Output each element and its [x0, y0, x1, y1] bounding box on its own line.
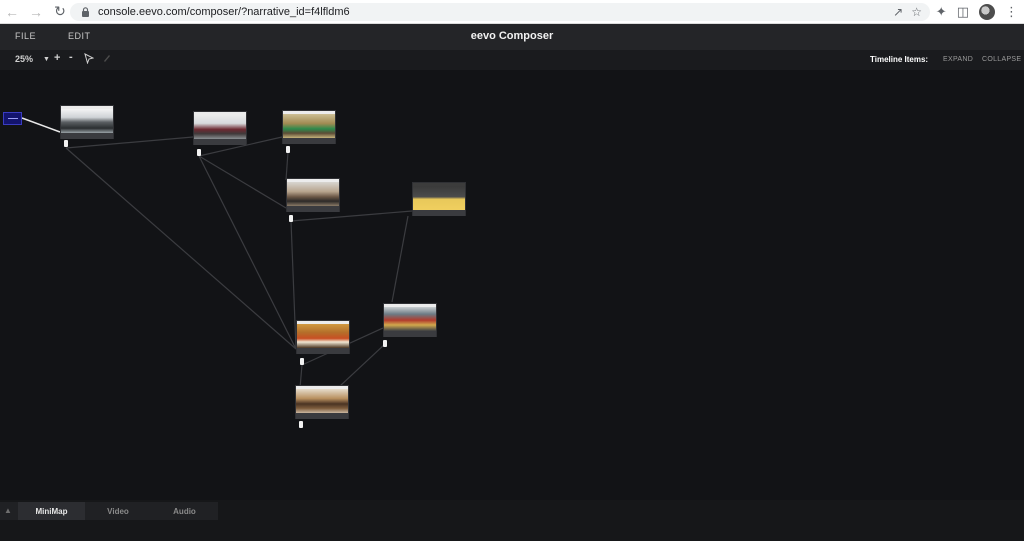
zoom-dropdown-icon[interactable]: ▼: [43, 56, 50, 63]
panel-toggle-icon[interactable]: ▲: [4, 506, 12, 515]
connection-line: [290, 210, 413, 222]
scene-thumbnail: [287, 182, 339, 206]
connection-line: [21, 117, 61, 133]
expand-button[interactable]: EXPAND: [943, 56, 973, 63]
select-tool-icon[interactable]: [84, 53, 95, 66]
node-footer: [384, 331, 436, 337]
bottom-panel: ▲ MiniMap Video Audio: [0, 500, 1024, 541]
output-port[interactable]: [300, 358, 304, 365]
zoom-out-button[interactable]: -: [69, 51, 73, 63]
scene-node[interactable]: [286, 178, 340, 212]
app-header: FILE EDIT eevo Composer: [0, 24, 1024, 50]
browser-toolbar: ← → ↻ console.eevo.com/composer/?narrati…: [0, 0, 1024, 24]
scene-thumbnail: [194, 115, 246, 139]
connection-line: [391, 215, 409, 303]
connection-line: [285, 151, 289, 181]
forward-icon[interactable]: →: [24, 0, 48, 24]
node-footer: [61, 133, 113, 139]
url-text: console.eevo.com/composer/?narrative_id=…: [98, 6, 350, 18]
composer-toolbar: 25% ▼ + - Timeline Items: EXPAND COLLAPS…: [0, 50, 1024, 70]
side-panel-icon[interactable]: ◫: [957, 4, 969, 20]
scene-thumbnail: [297, 324, 349, 348]
output-port[interactable]: [286, 146, 290, 153]
app-title: eevo Composer: [470, 30, 554, 42]
extensions-icon[interactable]: ✦: [936, 4, 947, 20]
bookmark-star-icon[interactable]: ☆: [911, 5, 922, 19]
profile-avatar[interactable]: [979, 4, 995, 20]
scene-thumbnail: [61, 109, 113, 133]
reload-icon[interactable]: ↻: [48, 0, 72, 24]
node-connections: [21, 117, 413, 389]
scene-node[interactable]: [193, 111, 247, 145]
output-port[interactable]: [64, 140, 68, 147]
scene-node[interactable]: [60, 105, 114, 139]
tab-video[interactable]: Video: [85, 502, 151, 520]
node-footer: [287, 206, 339, 212]
address-bar[interactable]: console.eevo.com/composer/?narrative_id=…: [70, 3, 930, 21]
scene-node[interactable]: [282, 110, 336, 144]
node-footer: [194, 139, 246, 145]
scene-node[interactable]: [383, 303, 437, 337]
tab-minimap[interactable]: MiniMap: [18, 502, 85, 520]
pen-tool-icon[interactable]: [102, 53, 111, 65]
node-footer: [297, 348, 349, 354]
zoom-in-button[interactable]: +: [54, 52, 60, 64]
connection-line: [65, 147, 297, 350]
output-port[interactable]: [383, 340, 387, 347]
composer-canvas[interactable]: [0, 70, 1024, 500]
scene-node[interactable]: [412, 182, 466, 216]
tab-audio[interactable]: Audio: [151, 502, 218, 520]
node-footer: [296, 413, 348, 419]
zoom-level: 25%: [15, 54, 34, 64]
node-footer: [283, 138, 335, 144]
scene-node[interactable]: [295, 385, 349, 419]
start-node[interactable]: [3, 112, 22, 125]
more-menu-icon[interactable]: ⋮: [1005, 4, 1018, 20]
scene-node[interactable]: [296, 320, 350, 354]
collapse-button[interactable]: COLLAPSE: [982, 56, 1021, 63]
scene-thumbnail: [283, 114, 335, 138]
lock-icon: [78, 5, 92, 19]
output-port[interactable]: [289, 215, 293, 222]
node-footer: [413, 210, 465, 216]
output-port[interactable]: [299, 421, 303, 428]
scene-thumbnail: [413, 186, 465, 210]
back-icon[interactable]: ←: [0, 0, 24, 24]
scene-thumbnail: [384, 307, 436, 331]
bottom-tabstrip: ▲ MiniMap Video Audio: [0, 502, 218, 520]
scene-thumbnail: [296, 389, 348, 413]
output-port[interactable]: [197, 149, 201, 156]
timeline-items-label: Timeline Items:: [870, 55, 929, 64]
share-icon[interactable]: ↗: [893, 5, 903, 19]
